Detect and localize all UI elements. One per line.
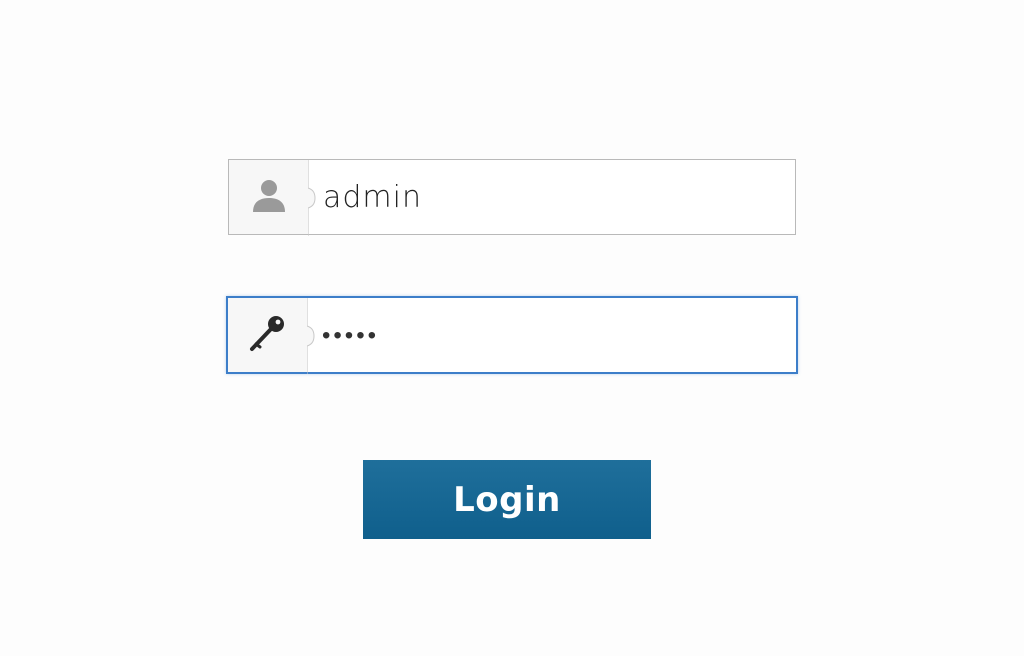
field-notch bbox=[307, 298, 315, 374]
user-icon bbox=[249, 175, 289, 219]
field-notch bbox=[308, 160, 316, 236]
login-button[interactable]: Login bbox=[363, 460, 651, 539]
username-input[interactable] bbox=[309, 160, 795, 234]
password-field[interactable] bbox=[226, 296, 798, 374]
password-input[interactable] bbox=[308, 298, 796, 372]
username-icon-box bbox=[229, 160, 316, 236]
key-icon bbox=[246, 311, 290, 359]
login-page: Login bbox=[0, 0, 1024, 656]
password-icon-box bbox=[228, 298, 315, 374]
username-field[interactable] bbox=[228, 159, 796, 236]
